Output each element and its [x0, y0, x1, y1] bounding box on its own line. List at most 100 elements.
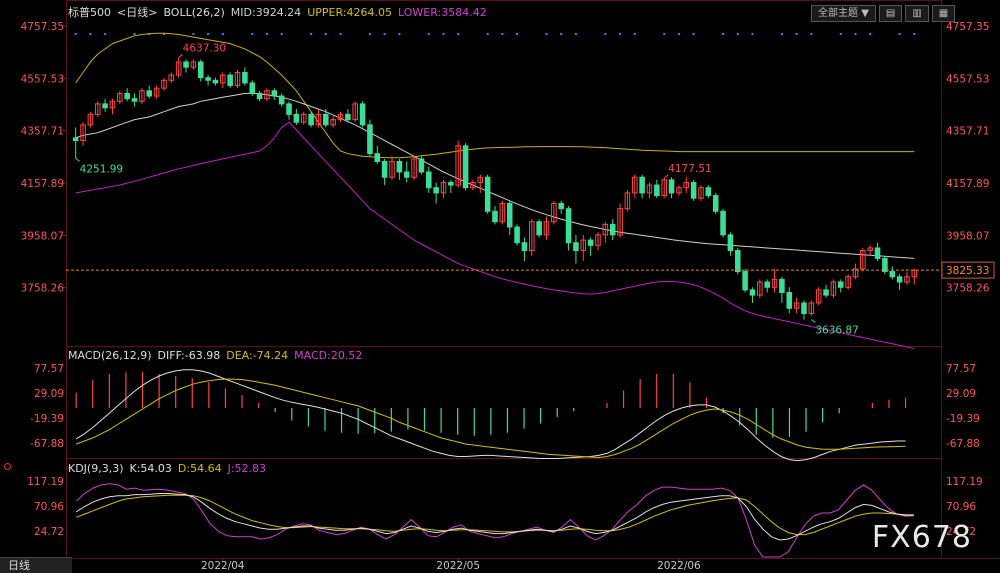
kdj-d-line [76, 494, 914, 536]
candle-body [749, 289, 756, 296]
signal-dot [457, 33, 460, 35]
kdj-y-tick-left: 70.96 [34, 501, 64, 513]
candle-body [492, 210, 498, 223]
macd-y-tick-left: 29.09 [34, 388, 64, 400]
candle-body [293, 113, 300, 123]
candle-body [256, 92, 263, 100]
macd-label[interactable]: MACD(26,12,9) [68, 349, 152, 362]
price-y-tick-left: 3958.07 [21, 230, 64, 242]
candle-body [323, 113, 329, 126]
signal-dot [251, 33, 254, 35]
candle-body [639, 176, 645, 194]
price-pane[interactable] [66, 32, 941, 349]
kdj-y-tick-left: 24.72 [34, 526, 64, 538]
boll-upper-value: UPPER:4264.05 [307, 6, 392, 19]
price-annotation: 4251.99 [80, 163, 123, 175]
candle-body [484, 176, 491, 212]
price-annotation: 4637.30 [183, 42, 226, 54]
price-y-tick-right: 3758.26 [946, 283, 990, 295]
period-tab-daily[interactable]: 日线 [0, 557, 72, 573]
signal-dot [486, 33, 489, 35]
signal-dot [722, 33, 725, 35]
x-tick-label: 2022/06 [657, 560, 701, 572]
kdj-marker-icon[interactable] [4, 463, 11, 470]
boll-label: BOLL(26,2) [163, 6, 225, 19]
candle-body [654, 184, 660, 197]
signal-dot [207, 33, 210, 35]
candle-body [837, 281, 844, 288]
signal-dot [501, 33, 504, 35]
kdj-label[interactable]: KDJ(9,3,3) [68, 462, 124, 475]
candle-body [271, 90, 278, 97]
signal-dot [619, 33, 622, 35]
kdj-pane[interactable] [75, 483, 914, 558]
period-tag[interactable]: <日线> [117, 6, 157, 19]
candle-body [403, 171, 410, 178]
candle-body [565, 208, 572, 244]
signal-dot [869, 33, 872, 35]
price-y-tick-left: 4157.89 [21, 178, 64, 190]
candle-body [183, 61, 189, 68]
macd-pane[interactable] [75, 369, 907, 462]
annotation-pointer [75, 157, 80, 162]
signal-dot [383, 33, 386, 35]
candle-body [345, 113, 351, 121]
toolbar: 全部主题 ▼ ▤ ▥ ▦ [808, 5, 956, 22]
signal-dot [604, 33, 607, 35]
candle-body [690, 181, 697, 199]
signal-dot [574, 33, 577, 35]
candle-body [896, 276, 903, 283]
candle-body [72, 137, 79, 142]
signal-dot [133, 33, 136, 35]
candle-body [242, 71, 248, 84]
candle-body [249, 82, 256, 94]
signal-dot [310, 33, 313, 35]
signal-dot [398, 33, 401, 35]
symbol-label[interactable]: 标普500 [68, 6, 111, 19]
candle-body [146, 90, 153, 97]
signal-dot [192, 33, 195, 35]
candle-body [396, 161, 403, 173]
signal-dot [442, 33, 445, 35]
candle-body [426, 171, 432, 189]
kdj-y-tick-left: 117.19 [27, 476, 64, 488]
macd-diff-value: DIFF:-63.98 [157, 349, 221, 362]
candle-body [734, 250, 741, 273]
boll-lower-line [75, 121, 915, 349]
candle-body [521, 242, 528, 252]
signal-dot [854, 33, 857, 35]
candle-body [609, 223, 616, 236]
layout-icon[interactable]: ▥ [905, 5, 929, 22]
chart-stage: 4757.35 4757.35 4557.53 4557.53 4357.71 4357.… [0, 0, 1000, 572]
candle-body [874, 247, 881, 259]
theme-select[interactable]: 全部主题 ▼ [811, 5, 876, 22]
candle-body [514, 226, 520, 244]
signal-dot [780, 33, 783, 35]
candle-body [418, 158, 425, 173]
candle-body [705, 187, 712, 197]
candle-body [779, 278, 785, 293]
x-tick-label: 2022/04 [201, 560, 245, 572]
signal-dot [692, 33, 695, 35]
price-y-tick-right: 3958.07 [946, 230, 989, 242]
price-y-tick-left: 4757.35 [21, 21, 64, 33]
x-tick-label: 2022/05 [436, 560, 480, 572]
annotation-pointer [663, 174, 669, 179]
candle-body [720, 210, 726, 236]
signal-dot [324, 33, 327, 35]
settings-icon[interactable]: ▦ [931, 5, 956, 22]
indicator-icon[interactable]: ▤ [878, 5, 903, 22]
signal-dot [663, 33, 666, 35]
signal-dot [104, 33, 107, 35]
boll-lower-value: LOWER:3584.42 [397, 6, 487, 19]
candle-body [573, 242, 579, 252]
kdj-k-line [75, 493, 914, 541]
kdj-k-value: K:54.03 [129, 462, 172, 475]
candle-body [448, 181, 454, 186]
signal-dot [221, 33, 224, 35]
candle-body [558, 202, 564, 210]
macd-y-tick-left: -19.39 [30, 413, 64, 425]
macd-y-tick-right: -67.88 [946, 438, 980, 450]
signal-dot [751, 33, 754, 35]
price-pane-header: 标普500 <日线> BOLL(26,2) MID:3924.24 UPPER:4264… [68, 6, 493, 20]
